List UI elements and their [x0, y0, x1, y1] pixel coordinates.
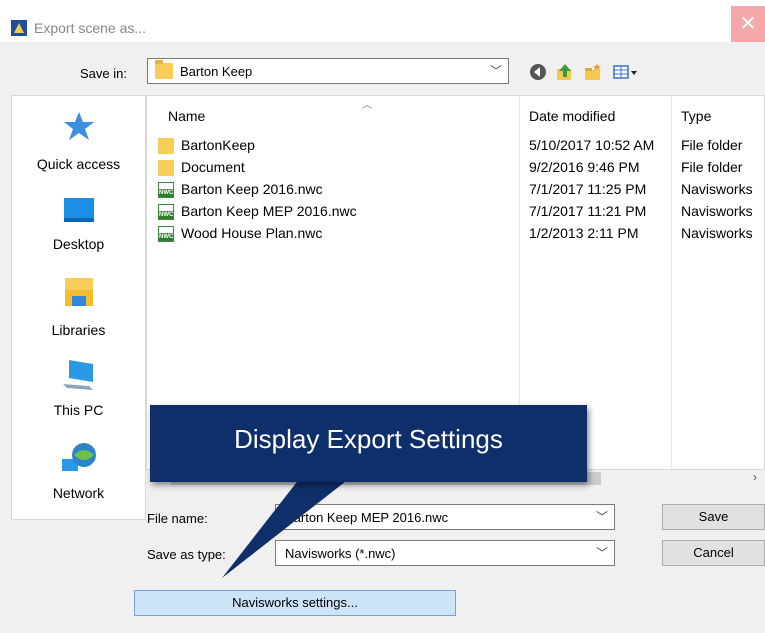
column-header-date[interactable]: Date modified: [529, 108, 615, 124]
file-date: 7/1/2017 11:25 PM: [529, 181, 647, 197]
app-icon: [11, 20, 27, 36]
cancel-button[interactable]: Cancel: [662, 540, 765, 566]
file-type: Navisworks: [681, 225, 753, 241]
chevron-down-icon[interactable]: ﹀: [596, 508, 608, 525]
nwc-file-icon: NWC: [158, 226, 174, 242]
file-date: 1/2/2013 2:11 PM: [529, 225, 639, 241]
save-as-type-value: Navisworks (*.nwc): [285, 546, 396, 561]
callout-text: Display Export Settings: [234, 424, 503, 454]
table-row[interactable]: NWC Barton Keep MEP 2016.nwc 7/1/2017 11…: [147, 202, 764, 224]
save-as-type-label: Save as type:: [147, 547, 226, 562]
table-row[interactable]: NWC Barton Keep 2016.nwc 7/1/2017 11:25 …: [147, 180, 764, 202]
file-name-label: File name:: [147, 511, 208, 526]
nwc-file-icon: NWC: [158, 182, 174, 198]
back-icon[interactable]: [528, 62, 548, 82]
nwc-badge: NWC: [159, 233, 174, 241]
file-type: Navisworks: [681, 181, 753, 197]
folder-icon: [158, 138, 174, 154]
file-date: 7/1/2017 11:21 PM: [529, 203, 647, 219]
table-row[interactable]: BartonKeep 5/10/2017 10:52 AM File folde…: [147, 136, 764, 158]
file-name: Barton Keep MEP 2016.nwc: [181, 203, 357, 219]
place-label: Quick access: [36, 156, 121, 172]
place-label: This PC: [53, 402, 104, 418]
nwc-file-icon: NWC: [158, 204, 174, 220]
places-bar: Quick access Desktop Libraries This PC N…: [11, 95, 146, 520]
file-name: BartonKeep: [181, 137, 255, 153]
view-menu-icon[interactable]: [612, 62, 640, 82]
place-label: Desktop: [52, 236, 105, 252]
up-folder-icon[interactable]: [555, 62, 575, 82]
save-in-label: Save in:: [80, 66, 127, 81]
folder-icon: [155, 60, 173, 79]
file-name-input[interactable]: Barton Keep MEP 2016.nwc ﹀: [275, 504, 615, 530]
nwc-badge: NWC: [159, 189, 174, 197]
save-button[interactable]: Save: [662, 504, 765, 530]
save-as-type-select[interactable]: Navisworks (*.nwc) ﹀: [275, 540, 615, 566]
title-bar: Export scene as... ✕: [0, 0, 765, 42]
window-title: Export scene as...: [34, 20, 147, 36]
table-row[interactable]: NWC Wood House Plan.nwc 1/2/2013 2:11 PM…: [147, 224, 764, 246]
chevron-down-icon: ﹀: [595, 546, 608, 560]
star-icon: [63, 112, 94, 140]
close-button[interactable]: ✕: [731, 6, 765, 42]
place-label: Libraries: [51, 322, 106, 338]
scroll-right-icon[interactable]: ›: [753, 470, 757, 484]
file-type: File folder: [681, 137, 743, 153]
file-name: Document: [181, 159, 245, 175]
callout-box: Display Export Settings: [150, 405, 587, 482]
network-icon: [61, 443, 96, 471]
navisworks-settings-button[interactable]: Navisworks settings...: [134, 590, 456, 616]
new-folder-icon[interactable]: [583, 62, 603, 82]
file-type: File folder: [681, 159, 743, 175]
nwc-badge: NWC: [159, 211, 174, 219]
file-name: Wood House Plan.nwc: [181, 225, 323, 241]
save-in-combo[interactable]: Barton Keep ﹀: [147, 58, 509, 84]
chevron-down-icon: ﹀: [489, 64, 502, 78]
column-header-type[interactable]: Type: [681, 108, 711, 124]
place-label: Network: [52, 485, 105, 501]
folder-icon: [158, 160, 174, 176]
file-name: Barton Keep 2016.nwc: [181, 181, 323, 197]
computer-icon: [62, 360, 93, 390]
sort-ascending-icon: ︿: [362, 100, 372, 111]
file-type: Navisworks: [681, 203, 753, 219]
save-in-value: Barton Keep: [180, 64, 253, 79]
desktop-icon: [63, 198, 94, 222]
table-row[interactable]: Document 9/2/2016 9:46 PM File folder: [147, 158, 764, 180]
column-header-name[interactable]: Name: [168, 108, 205, 124]
file-name-value: Barton Keep MEP 2016.nwc: [285, 510, 449, 525]
file-date: 5/10/2017 10:52 AM: [529, 137, 655, 153]
libraries-icon: [64, 278, 93, 306]
file-date: 9/2/2016 9:46 PM: [529, 159, 640, 175]
